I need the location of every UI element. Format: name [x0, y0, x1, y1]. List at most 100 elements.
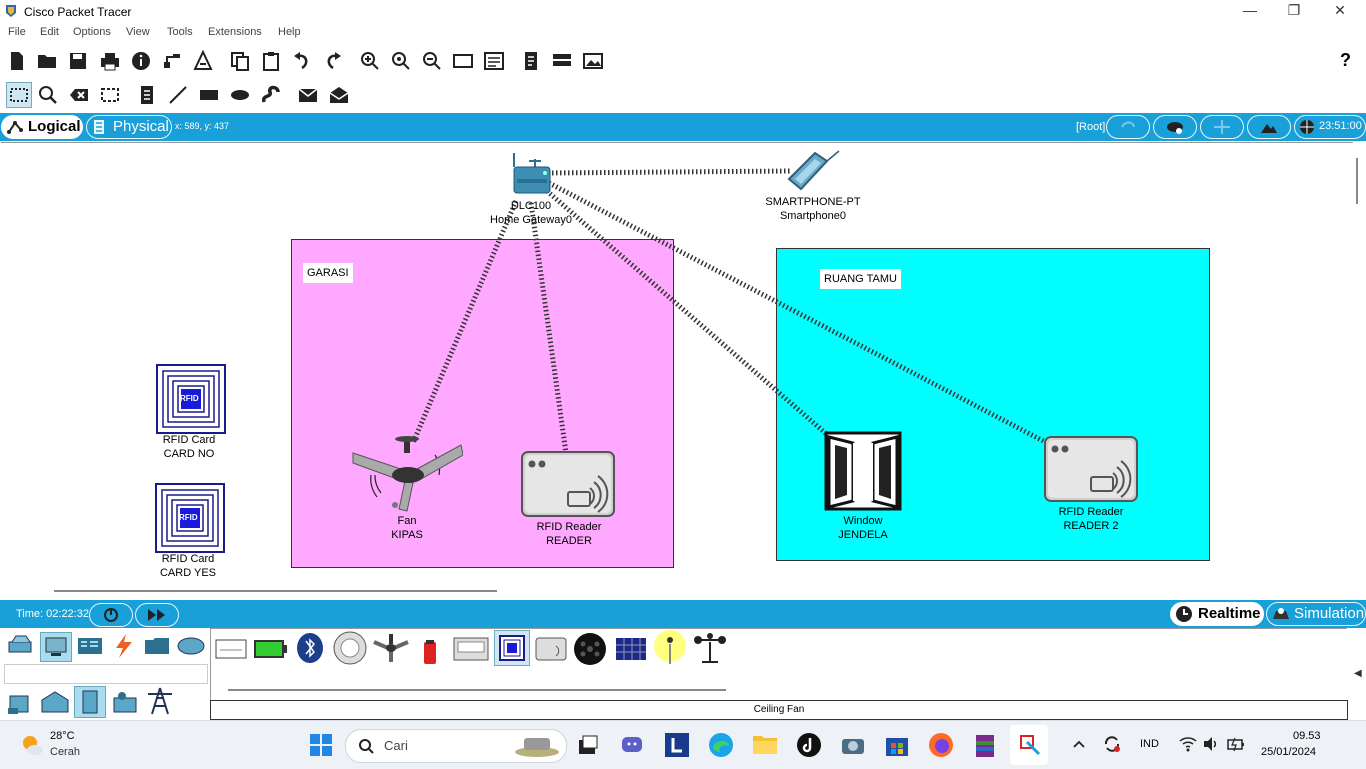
rfid-reader-device-icon[interactable]: [534, 636, 568, 662]
chat-app-icon[interactable]: [620, 733, 644, 757]
connections-category-icon[interactable]: [110, 632, 136, 660]
winrar-icon[interactable]: [972, 731, 998, 759]
multiuser-category-icon[interactable]: [176, 634, 206, 658]
sync-icon[interactable]: [1102, 734, 1122, 754]
rfid-card-device-selected[interactable]: [494, 630, 530, 666]
windows-start-icon[interactable]: [309, 733, 333, 757]
bluetooth-speaker-device-icon[interactable]: [295, 632, 325, 664]
workspace-horizontal-scroll-thumb[interactable]: [54, 590, 497, 592]
zoom-out-icon[interactable]: [421, 50, 443, 72]
pdu-list-icon[interactable]: [551, 50, 573, 72]
rfid-card-no-icon[interactable]: RFID: [156, 364, 226, 434]
back-button[interactable]: [1106, 115, 1150, 139]
workspace-vertical-scrollbar[interactable]: [1354, 142, 1366, 598]
drawing-palette-icon[interactable]: [452, 50, 474, 72]
set-background-button[interactable]: [1247, 115, 1291, 139]
wind-sensor-device-icon[interactable]: [692, 632, 728, 664]
logical-tab[interactable]: Logical: [1, 115, 83, 139]
activity-wizard-icon[interactable]: [192, 50, 214, 72]
copy-icon[interactable]: [229, 50, 251, 72]
menu-edit[interactable]: Edit: [40, 26, 59, 38]
realtime-tab[interactable]: Realtime: [1170, 602, 1264, 626]
home-gateway-icon[interactable]: [511, 153, 553, 197]
l-app-icon[interactable]: [664, 732, 690, 758]
door-device-icon[interactable]: [452, 636, 490, 662]
battery-charging-icon[interactable]: [1226, 736, 1246, 752]
subcategory-tower-icon[interactable]: [146, 686, 174, 716]
subcategory-smart-city-icon[interactable]: [40, 688, 70, 716]
misc-category-icon[interactable]: [143, 634, 171, 658]
rfid-reader-icon[interactable]: [520, 450, 616, 518]
alarm-panel-device-icon[interactable]: [214, 634, 248, 664]
tiktok-icon[interactable]: [796, 732, 822, 758]
edge-browser-icon[interactable]: [708, 732, 734, 758]
power-cycle-button[interactable]: [89, 603, 133, 627]
taskbar-search-box[interactable]: Cari: [345, 729, 567, 763]
carbon-monoxide-detector-device-icon[interactable]: [332, 630, 368, 666]
volume-icon[interactable]: [1202, 736, 1220, 752]
show-hidden-icons-icon[interactable]: [1072, 739, 1086, 749]
help-button[interactable]: ?: [1340, 50, 1351, 71]
coffee-maker-device-icon[interactable]: [420, 638, 440, 666]
zoom-in-icon[interactable]: [359, 50, 381, 72]
menu-file[interactable]: File: [8, 26, 26, 38]
subcategory-power-grid-icon[interactable]: [110, 688, 140, 716]
close-button[interactable]: ✕: [1318, 2, 1362, 22]
logical-workspace[interactable]: GARASI RUANG TAMU DLC100 Home Gateway0 S…: [1, 142, 1353, 599]
subcategory-home-icon[interactable]: [6, 688, 34, 716]
window-icon[interactable]: [823, 431, 903, 511]
menu-extensions[interactable]: Extensions: [208, 26, 262, 38]
task-view-icon[interactable]: [577, 734, 599, 756]
physical-view-icon[interactable]: [582, 50, 604, 72]
freeform-icon[interactable]: [260, 84, 282, 106]
simulation-tab[interactable]: Simulation: [1266, 602, 1366, 626]
new-cluster-button[interactable]: [1153, 115, 1197, 139]
ceiling-fan-icon[interactable]: [351, 435, 463, 513]
move-object-button[interactable]: [1200, 115, 1244, 139]
viewport-clock[interactable]: 23:51:00: [1294, 115, 1366, 139]
draw-rectangle-icon[interactable]: [198, 84, 220, 106]
document-icon[interactable]: [520, 50, 542, 72]
physical-tab[interactable]: Physical: [86, 115, 172, 139]
custom-device-dialog-icon[interactable]: [483, 50, 505, 72]
save-icon[interactable]: [67, 50, 89, 72]
inspect-icon[interactable]: [37, 84, 59, 106]
print-icon[interactable]: [99, 50, 121, 72]
minimize-button[interactable]: —: [1228, 2, 1272, 22]
file-explorer-icon[interactable]: [752, 732, 778, 756]
rfid-reader-2-icon[interactable]: [1043, 435, 1139, 503]
street-lamp-device-icon[interactable]: [652, 630, 688, 666]
ceiling-fan-device-icon[interactable]: [372, 632, 410, 664]
new-file-icon[interactable]: [6, 50, 28, 72]
info-icon[interactable]: [130, 50, 152, 72]
menu-tools[interactable]: Tools: [167, 26, 193, 38]
end-devices-category[interactable]: [40, 632, 72, 662]
add-simple-pdu-icon[interactable]: [297, 84, 319, 106]
subcategory-industrial-selected[interactable]: [74, 686, 106, 718]
resize-shape-icon[interactable]: [99, 84, 121, 106]
restore-button[interactable]: ❐: [1272, 2, 1316, 22]
vertical-scroll-thumb[interactable]: [1356, 158, 1358, 204]
battery-device-icon[interactable]: [252, 636, 288, 662]
menu-view[interactable]: View: [126, 26, 150, 38]
rfid-card-yes-icon[interactable]: RFID: [155, 483, 225, 553]
solar-panel-device-icon[interactable]: [614, 636, 648, 662]
select-tool-icon[interactable]: [6, 82, 32, 108]
device-list-scroll-thumb[interactable]: [228, 689, 726, 691]
speaker-device-icon[interactable]: [572, 632, 608, 666]
place-note-icon[interactable]: [136, 84, 158, 106]
draw-line-icon[interactable]: [167, 84, 189, 106]
undo-icon[interactable]: [291, 50, 313, 72]
add-complex-pdu-icon[interactable]: [328, 84, 350, 106]
redo-icon[interactable]: [322, 50, 344, 72]
paste-icon[interactable]: [260, 50, 282, 72]
firefox-icon[interactable]: [928, 732, 954, 758]
zoom-reset-icon[interactable]: [390, 50, 412, 72]
menu-options[interactable]: Options: [73, 26, 111, 38]
delete-icon[interactable]: [68, 84, 90, 106]
smartphone-icon[interactable]: [783, 149, 843, 195]
weather-icon[interactable]: [20, 733, 44, 757]
camera-app-icon[interactable]: [840, 733, 866, 757]
components-category-icon[interactable]: [76, 634, 104, 658]
panel-collapse-arrow[interactable]: ◀: [1354, 668, 1362, 679]
